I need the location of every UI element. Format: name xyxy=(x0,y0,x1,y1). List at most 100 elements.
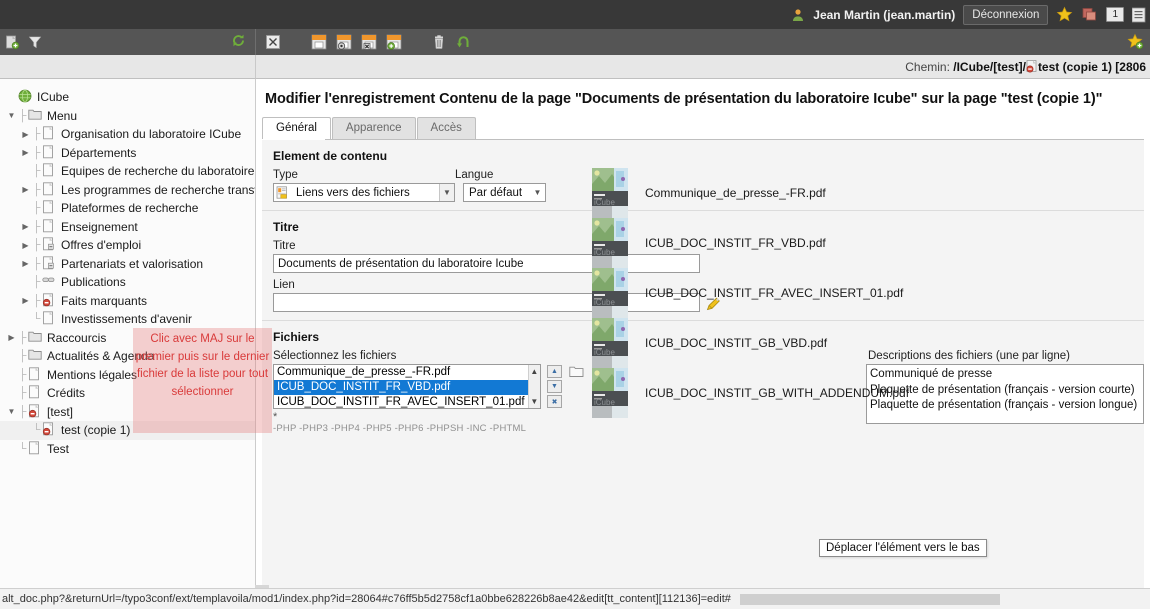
remove-file-button[interactable]: ✖ xyxy=(547,395,562,408)
breadcrumb-page-id: [2806 xyxy=(1115,59,1146,74)
file-name-label: ICUB_DOC_INSTIT_GB_VBD.pdf xyxy=(645,336,828,350)
tree-toggle-icon[interactable]: ▶ xyxy=(20,222,31,231)
tree-root-item[interactable]: ICube xyxy=(0,88,255,107)
tree-item-partenariats-et-valorisation[interactable]: ▶ ├ Partenariats et valorisation xyxy=(0,255,255,274)
tree-toggle-icon[interactable]: ▶ xyxy=(20,185,31,194)
tree-toggle-icon[interactable]: ▼ xyxy=(6,111,17,120)
trash-icon[interactable] xyxy=(432,34,446,50)
type-select[interactable]: Liens vers des fichiers ▼ xyxy=(273,183,455,202)
tree-item-label: Mentions légales xyxy=(47,367,138,382)
star-icon[interactable] xyxy=(1056,6,1073,23)
logout-button[interactable]: Déconnexion xyxy=(963,4,1049,25)
move-down-button[interactable]: ▼ xyxy=(547,380,562,393)
user-icon xyxy=(791,8,805,22)
chevron-down-icon[interactable]: ▼ xyxy=(439,184,454,201)
page-icon xyxy=(28,441,44,457)
svg-text:iCube: iCube xyxy=(594,198,615,207)
tree-item-organisation-du-laboratoire-icube[interactable]: ▶ ├ Organisation du laboratoire ICube xyxy=(0,125,255,144)
workspace-counter[interactable]: 1 xyxy=(1106,7,1124,22)
page-icon xyxy=(28,367,44,383)
move-up-button[interactable]: ▲ xyxy=(547,365,562,378)
filter-icon[interactable] xyxy=(28,35,42,49)
svg-text:iCube: iCube xyxy=(594,248,615,257)
scroll-down-icon[interactable]: ▼ xyxy=(529,395,540,408)
breadcrumb-page-name: test (copie 1) xyxy=(1037,59,1112,74)
globe-icon xyxy=(18,89,34,105)
tree-root-label: ICube xyxy=(37,90,70,105)
tree-item-label: Publications xyxy=(61,275,126,290)
tree-item-publications[interactable]: ├ Publications xyxy=(0,273,255,292)
tree-item-label: Menu xyxy=(47,108,78,123)
undo-icon[interactable] xyxy=(455,35,471,49)
menu-icon[interactable] xyxy=(1131,7,1146,23)
tree-item-label: Enseignement xyxy=(61,219,138,234)
tree-item-label: Crédits xyxy=(47,386,86,401)
file-listbox-option[interactable]: ICUB_DOC_INSTIT_FR_VBD.pdf xyxy=(274,380,528,395)
tree-header-bar xyxy=(0,55,256,79)
tree-item-test[interactable]: └ Test xyxy=(0,440,255,459)
annotation-callout: Clic avec MAJ sur le premier puis sur le… xyxy=(133,328,272,433)
refresh-icon[interactable] xyxy=(232,34,245,47)
typo3-backend-window: Jean Martin (jean.martin) Déconnexion 1 xyxy=(0,0,1150,609)
save-and-view-icon[interactable] xyxy=(336,34,352,50)
tree-item-d-partements[interactable]: ▶ ├ Départements xyxy=(0,144,255,163)
tree-item-enseignement[interactable]: ▶ ├ Enseignement xyxy=(0,218,255,237)
close-document-icon[interactable] xyxy=(265,34,281,50)
svg-text:iCube: iCube xyxy=(594,298,615,307)
page-icon xyxy=(42,126,58,142)
file-list-item: iCube Communique_de_presse_-FR.pdf xyxy=(592,168,909,218)
listbox-scrollbar[interactable]: ▲ ▼ xyxy=(527,365,540,408)
new-page-icon[interactable] xyxy=(5,35,20,50)
scroll-up-icon[interactable]: ▲ xyxy=(529,365,540,378)
tree-item-plateformes-de-recherche[interactable]: ├ Plateformes de recherche xyxy=(0,199,255,218)
language-select[interactable]: Par défaut ▼ xyxy=(463,183,546,202)
tree-guide-line: ├ xyxy=(18,405,27,418)
file-thumbnail: iCube xyxy=(592,368,628,418)
save-icon[interactable] xyxy=(311,34,327,50)
tree-toggle-icon[interactable]: ▶ xyxy=(20,148,31,157)
tree-toggle-icon[interactable]: ▶ xyxy=(20,296,31,305)
file-order-buttons: ▲ ▼ ✖ xyxy=(547,364,562,408)
page-icon xyxy=(42,145,58,161)
tree-toggle-icon[interactable]: ▶ xyxy=(20,241,31,250)
type-select-value: Liens vers des fichiers xyxy=(296,186,410,199)
tree-item-menu[interactable]: ▼ ├ Menu xyxy=(0,107,255,126)
tree-guide-line: ├ xyxy=(32,239,41,252)
tab-general[interactable]: Général xyxy=(262,117,331,139)
top-bar-right-group: Jean Martin (jean.martin) Déconnexion 1 xyxy=(791,4,1150,25)
file-listbox-items: Communique_de_presse_-FR.pdf ICUB_DOC_INS… xyxy=(274,365,528,408)
breadcrumb-path: /ICube/[test]/ xyxy=(953,59,1026,74)
tree-item-equipes-de-recherche-du-laboratoire-ic[interactable]: ├ Equipes de recherche du laboratoire IC xyxy=(0,162,255,181)
status-bar: alt_doc.php?&returnUrl=/typo3conf/ext/te… xyxy=(0,588,1150,609)
tree-item-les-programmes-de-recherche-transve[interactable]: ▶ ├ Les programmes de recherche transve xyxy=(0,181,255,200)
tree-toggle-icon[interactable]: ▶ xyxy=(6,333,17,342)
tree-guide-line: ├ xyxy=(32,165,41,178)
tab-acces[interactable]: Accès xyxy=(416,117,476,139)
chevron-down-icon-language[interactable]: ▼ xyxy=(530,184,545,201)
file-thumbnail-list: iCube Communique_de_presse_-FR.pdf iCube IC… xyxy=(592,168,909,418)
star-add-icon[interactable] xyxy=(1127,33,1144,50)
tab-apparence[interactable]: Apparence xyxy=(331,117,416,139)
page-icon xyxy=(1026,59,1038,73)
tree-toggle-icon[interactable]: ▶ xyxy=(20,259,31,268)
clipboard-icon[interactable] xyxy=(1081,6,1098,23)
tree-toggle-icon[interactable]: ▶ xyxy=(20,130,31,139)
file-listbox[interactable]: Communique_de_presse_-FR.pdf ICUB_DOC_INS… xyxy=(273,364,541,409)
tree-guide-line: ├ xyxy=(32,257,41,270)
status-progress-bar xyxy=(739,593,1000,605)
file-listbox-option[interactable]: ICUB_DOC_INSTIT_FR_AVEC_INSERT_01.pdf xyxy=(274,395,528,408)
file-listbox-option[interactable]: Communique_de_presse_-FR.pdf xyxy=(274,365,528,380)
module-toolbar xyxy=(0,29,1150,55)
tree-item-label: Partenariats et valorisation xyxy=(61,256,204,271)
tree-toggle-icon[interactable]: ▼ xyxy=(6,407,17,416)
folder-browse-icon[interactable] xyxy=(569,364,584,381)
tree-guide-line: ├ xyxy=(18,331,27,344)
file-name-label: Communique_de_presse_-FR.pdf xyxy=(645,186,826,200)
tree-item-faits-marquants[interactable]: ▶ ├ Faits marquants xyxy=(0,292,255,311)
page-icon xyxy=(42,163,58,179)
tree-item-offres-d-emploi[interactable]: ▶ ├ Offres d'emploi xyxy=(0,236,255,255)
save-and-close-icon[interactable] xyxy=(361,34,377,50)
save-and-new-icon[interactable] xyxy=(386,34,402,50)
breadcrumb-label: Chemin: xyxy=(905,59,950,74)
tree-item-investissements-d-avenir[interactable]: └ Investissements d'avenir xyxy=(0,310,255,329)
